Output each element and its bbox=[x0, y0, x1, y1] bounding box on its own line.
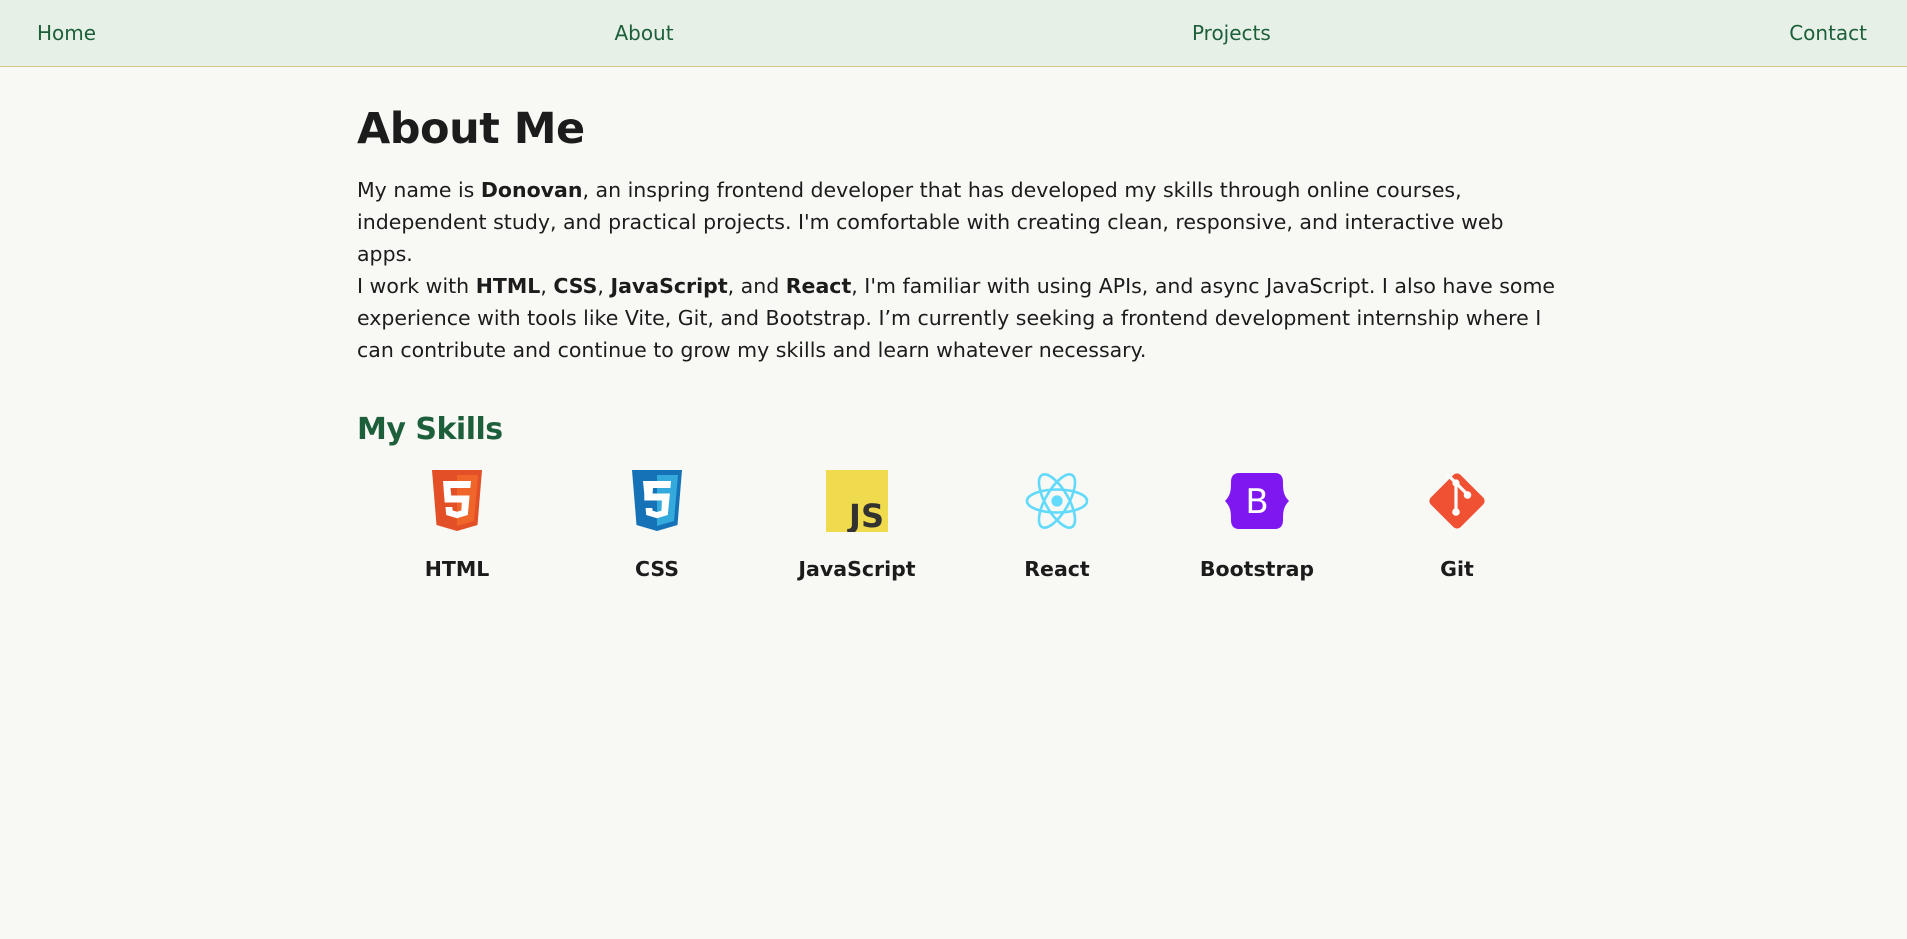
nav-link-projects[interactable]: Projects bbox=[1192, 21, 1271, 45]
skill-item-bootstrap: B Bootstrap bbox=[1157, 469, 1357, 581]
git-icon bbox=[1425, 469, 1489, 533]
text-segment: , bbox=[597, 274, 611, 299]
skills-grid: HTML CSS JS JavaScript React B Bootstrap… bbox=[357, 469, 1557, 581]
skill-label: CSS bbox=[634, 557, 680, 582]
skill-label: Bootstrap bbox=[1199, 557, 1315, 582]
skill-item-html: HTML bbox=[357, 469, 557, 581]
name-highlight: Donovan bbox=[480, 178, 583, 203]
text-segment: , and bbox=[727, 274, 786, 299]
skill-item-git: Git bbox=[1357, 469, 1557, 581]
top-navbar: Home About Projects Contact bbox=[0, 0, 1907, 67]
skill-highlight-react: React bbox=[785, 274, 852, 299]
css3-icon bbox=[625, 469, 689, 533]
about-description: My name is Donovan, an inspring frontend… bbox=[357, 174, 1557, 366]
skill-item-javascript: JS JavaScript bbox=[757, 469, 957, 581]
skill-item-react: React bbox=[957, 469, 1157, 581]
page-title: About Me bbox=[357, 104, 585, 154]
about-paragraph-intro: My name is Donovan, an inspring frontend… bbox=[357, 174, 1557, 270]
javascript-icon: JS bbox=[825, 469, 889, 533]
text-segment: , bbox=[540, 274, 554, 299]
about-section: About Me My name is Donovan, an inspring… bbox=[357, 67, 1557, 581]
text-segment: My name is bbox=[357, 178, 481, 203]
skill-label: JavaScript bbox=[798, 557, 916, 582]
bootstrap-glyph: B bbox=[1245, 482, 1268, 522]
skill-highlight-javascript: JavaScript bbox=[610, 274, 728, 299]
bootstrap-icon: B bbox=[1225, 469, 1289, 533]
nav-link-home[interactable]: Home bbox=[37, 21, 96, 45]
skill-highlight-css: CSS bbox=[553, 274, 598, 299]
html5-icon bbox=[425, 469, 489, 533]
skill-item-css: CSS bbox=[557, 469, 757, 581]
skill-highlight-html: HTML bbox=[475, 274, 541, 299]
skill-label: React bbox=[1024, 557, 1090, 582]
skill-label: Git bbox=[1440, 557, 1474, 582]
javascript-glyph: JS bbox=[847, 497, 884, 532]
nav-link-about[interactable]: About bbox=[614, 21, 673, 45]
skill-label: HTML bbox=[424, 557, 490, 582]
nav-link-contact[interactable]: Contact bbox=[1789, 21, 1867, 45]
react-icon bbox=[1025, 469, 1089, 533]
text-segment: I work with bbox=[357, 274, 476, 299]
about-paragraph-skills: I work with HTML, CSS, JavaScript, and R… bbox=[357, 270, 1557, 366]
skills-title: My Skills bbox=[357, 412, 503, 448]
